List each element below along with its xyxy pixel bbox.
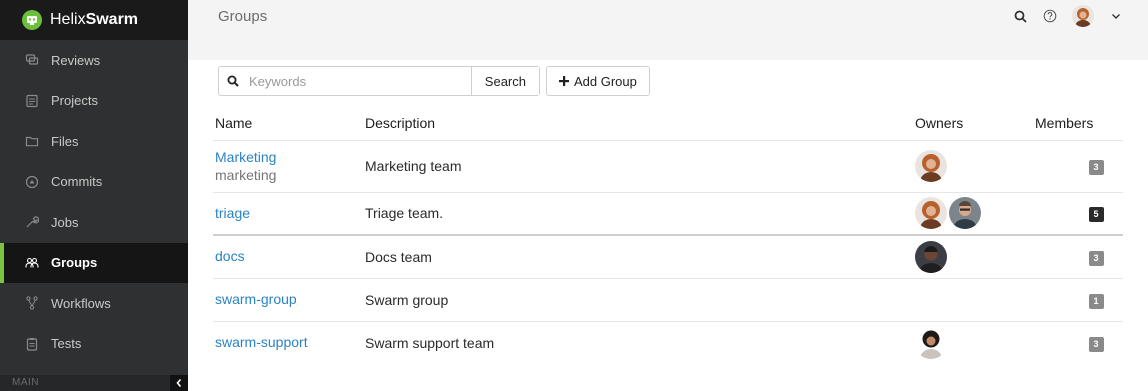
member-count-cell: 3 [1035, 139, 1123, 192]
group-link[interactable]: swarm-group [215, 291, 365, 308]
top-bar-tools [1012, 5, 1124, 27]
group-link[interactable]: Marketing [215, 149, 365, 166]
group-name-cell: triage [213, 191, 365, 235]
group-owners [915, 320, 1035, 364]
column-header-name[interactable]: Name [213, 106, 365, 140]
plus-icon [559, 76, 569, 86]
groups-icon [25, 256, 39, 270]
sidebar-item-label: Groups [51, 255, 98, 271]
group-link[interactable]: triage [215, 205, 365, 222]
group-name-cell: swarm-group [213, 277, 365, 321]
chevron-down-icon[interactable] [1108, 8, 1124, 24]
brand-name-bold: Swarm [85, 11, 139, 28]
table-row[interactable]: triage Triage team. 5 [213, 191, 1123, 235]
chevron-left-icon [176, 378, 182, 388]
table-row[interactable]: Marketing marketing Marketing team 3 [213, 139, 1123, 192]
group-owners [915, 139, 1035, 192]
column-header-members[interactable]: Members [1035, 106, 1123, 140]
sidebar-section-label: MAIN [12, 377, 39, 388]
sidebar-item-label: Jobs [51, 214, 79, 230]
member-count-cell: 1 [1035, 277, 1123, 321]
add-group-label: Add Group [574, 73, 637, 89]
brand-name: HelixSwarm [50, 11, 138, 29]
commits-icon [25, 175, 39, 189]
sidebar-item-tests[interactable]: Tests [0, 324, 188, 365]
sidebar-item-label: Projects [51, 93, 98, 109]
top-bar: Groups [188, 0, 1148, 60]
tests-icon [25, 337, 39, 351]
workflows-icon [25, 296, 39, 310]
search-box: Search [218, 66, 540, 96]
sidebar-item-workflows[interactable]: Workflows [0, 283, 188, 324]
main-content: Groups Search Add Group [188, 0, 1148, 391]
user-avatar[interactable] [1072, 5, 1094, 27]
owner-avatar[interactable] [915, 326, 947, 359]
member-count-badge: 5 [1088, 207, 1104, 223]
group-description: Swarm support team [365, 320, 915, 364]
sidebar-item-projects[interactable]: Projects [0, 81, 188, 122]
wrench-icon [25, 215, 39, 229]
sidebar-item-groups[interactable]: Groups [0, 242, 188, 283]
group-name-cell: docs [213, 234, 365, 278]
main-nav: Reviews Projects Files Commits Jobs Grou… [0, 40, 188, 364]
column-header-description[interactable]: Description [365, 106, 915, 140]
group-link[interactable]: swarm-support [215, 334, 365, 351]
helix-swarm-logo-icon [22, 10, 42, 30]
sidebar-item-label: Tests [51, 336, 82, 352]
search-field-icon [219, 67, 247, 95]
search-icon[interactable] [1012, 8, 1028, 24]
owner-avatar[interactable] [949, 197, 981, 230]
groups-table: Name Description Owners Members Marketin… [213, 106, 1123, 364]
brand[interactable]: HelixSwarm [0, 0, 188, 40]
sidebar-footer: MAIN [0, 375, 188, 391]
page-title: Groups [218, 7, 268, 25]
group-description: Docs team [365, 234, 915, 278]
sidebar-item-label: Workflows [51, 295, 111, 311]
sidebar-item-files[interactable]: Files [0, 121, 188, 162]
sidebar-item-label: Files [51, 133, 79, 149]
member-count-badge: 3 [1088, 160, 1104, 175]
group-description: Marketing team [365, 139, 915, 192]
reviews-icon [25, 53, 39, 67]
add-group-button[interactable]: Add Group [546, 66, 650, 96]
group-owners [915, 191, 1035, 235]
folder-icon [25, 134, 39, 148]
group-link[interactable]: docs [215, 248, 365, 265]
table-row[interactable]: docs Docs team 3 [213, 234, 1123, 278]
help-icon[interactable] [1042, 8, 1058, 24]
member-count-cell: 5 [1035, 191, 1123, 235]
group-id: marketing [215, 166, 277, 183]
brand-name-light: Helix [50, 11, 86, 28]
member-count-badge: 3 [1088, 336, 1104, 352]
sidebar-item-commits[interactable]: Commits [0, 162, 188, 203]
collapse-sidebar-button[interactable] [170, 375, 188, 391]
owner-avatar[interactable] [915, 240, 947, 273]
sidebar: HelixSwarm Reviews Projects Files Commit… [0, 0, 188, 391]
search-button[interactable]: Search [470, 67, 539, 95]
group-description: Triage team. [365, 191, 915, 235]
projects-icon [25, 94, 39, 108]
group-name-cell: Marketing marketing [213, 139, 365, 192]
group-owners [915, 277, 1035, 321]
table-row[interactable]: swarm-group Swarm group 1 [213, 277, 1123, 321]
member-count-cell: 3 [1035, 234, 1123, 278]
groups-toolbar: Search Add Group [218, 66, 650, 96]
column-header-owners[interactable]: Owners [915, 106, 1035, 140]
table-header-row: Name Description Owners Members [213, 106, 1123, 140]
sidebar-item-jobs[interactable]: Jobs [0, 202, 188, 243]
app: HelixSwarm Reviews Projects Files Commit… [0, 0, 1148, 391]
group-owners [915, 234, 1035, 278]
group-description: Swarm group [365, 277, 915, 321]
member-count-badge: 1 [1088, 293, 1104, 309]
sidebar-item-label: Reviews [51, 52, 101, 68]
owner-avatar[interactable] [915, 197, 947, 230]
member-count-cell: 3 [1035, 320, 1123, 364]
owner-avatar[interactable] [915, 150, 947, 182]
sidebar-item-reviews[interactable]: Reviews [0, 40, 188, 81]
member-count-badge: 3 [1088, 250, 1104, 266]
sidebar-item-label: Commits [51, 174, 103, 190]
group-name-cell: swarm-support [213, 320, 365, 364]
keywords-search-input[interactable] [247, 68, 467, 94]
table-row[interactable]: swarm-support Swarm support team 3 [213, 320, 1123, 364]
